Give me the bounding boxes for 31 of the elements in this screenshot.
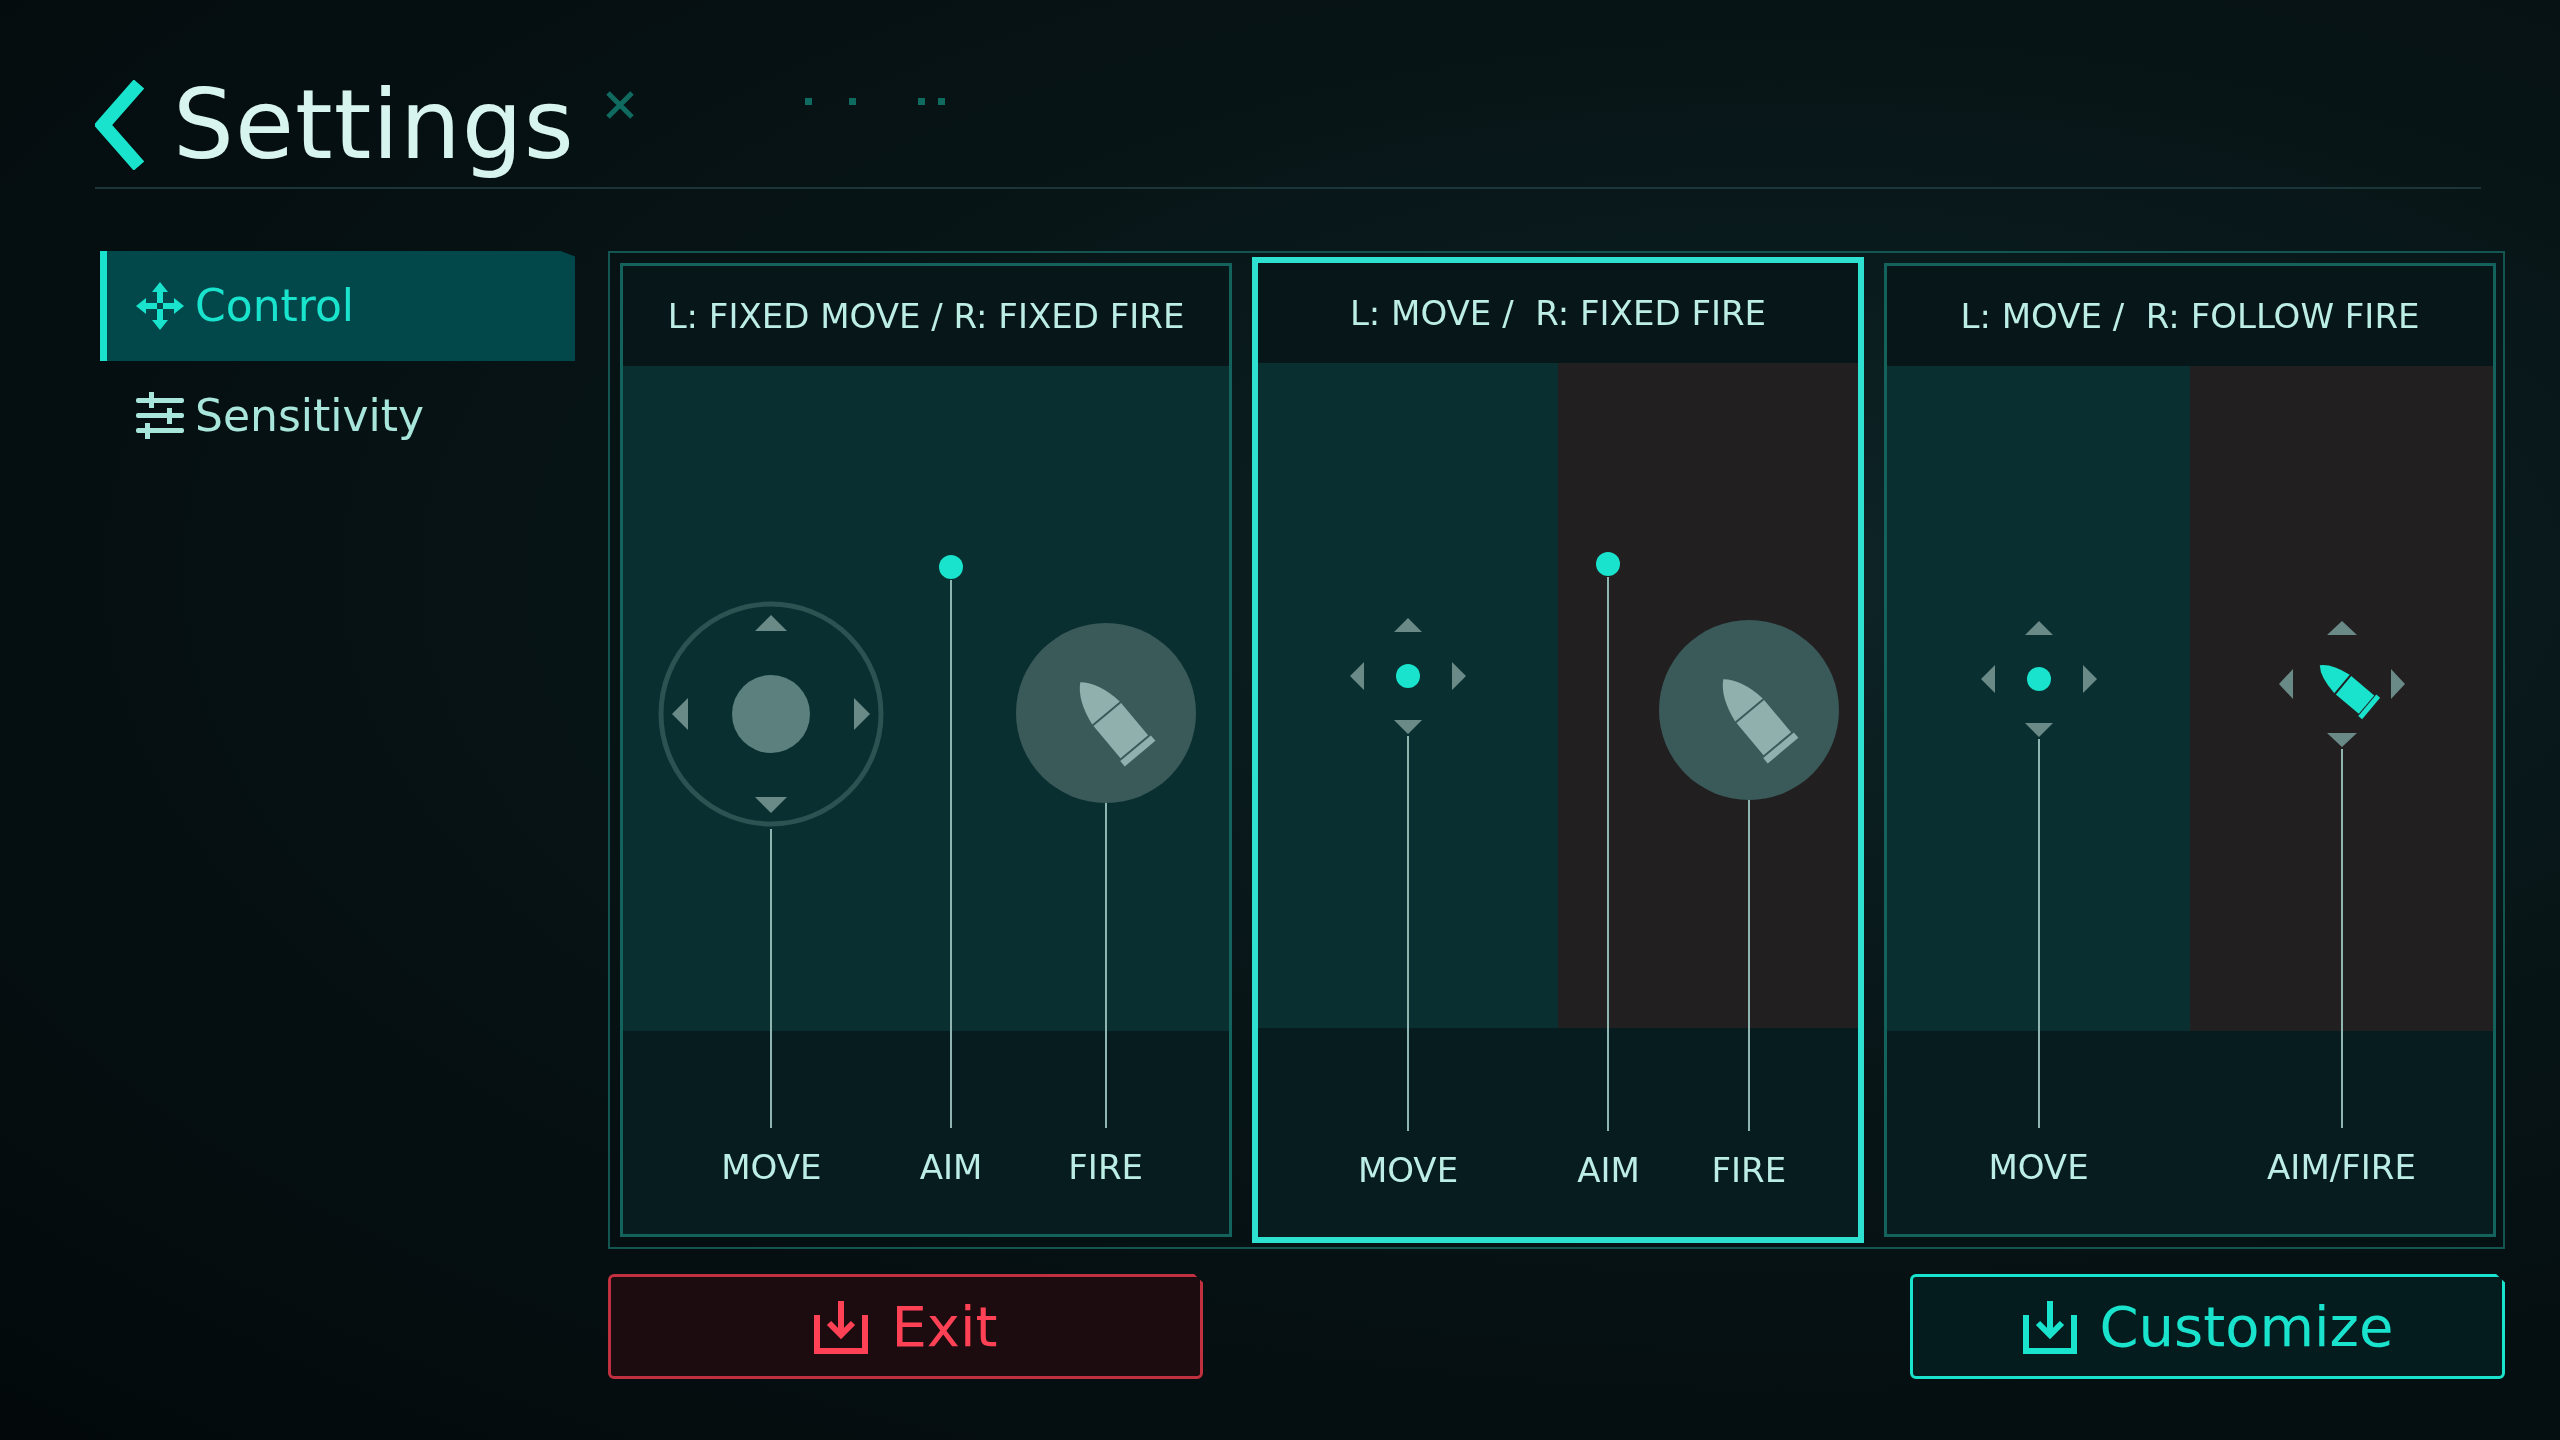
sidebar-tab[interactable]: Sensitivity xyxy=(100,361,575,471)
control-label: FIRE xyxy=(1711,1149,1787,1192)
control-label: MOVE xyxy=(1988,1146,2089,1189)
aim-handle[interactable] xyxy=(938,554,964,580)
page-title: Settings xyxy=(173,67,575,183)
sliders-icon xyxy=(135,392,185,440)
customize-button[interactable]: Customize xyxy=(1910,1274,2505,1379)
download-icon xyxy=(2021,1298,2078,1355)
exit-button[interactable]: Exit xyxy=(608,1274,1203,1379)
bullet-icon[interactable] xyxy=(2276,619,2407,749)
control-label: AIM xyxy=(1577,1149,1640,1192)
mode-title: L: MOVE / R: FOLLOW FIRE xyxy=(1887,266,2493,366)
bullet-button[interactable] xyxy=(1658,620,1839,800)
mode-title: L: MOVE / R: FIXED FIRE xyxy=(1258,263,1858,363)
dpad-icon[interactable] xyxy=(1348,616,1468,736)
sidebar-tab[interactable]: Control xyxy=(100,251,575,361)
mode-card[interactable]: L: MOVE / R: FOLLOW FIRE MOVE AIM/FIRE xyxy=(1884,263,2496,1237)
control-label: MOVE xyxy=(721,1146,822,1189)
download-icon xyxy=(813,1298,870,1355)
control-label: FIRE xyxy=(1068,1146,1143,1189)
bullet-button[interactable] xyxy=(1015,623,1196,803)
aim-handle[interactable] xyxy=(1595,551,1622,577)
move-icon xyxy=(135,281,185,331)
mode-title: L: FIXED MOVE / R: FIXED FIRE xyxy=(623,266,1229,366)
close-icon xyxy=(604,89,635,120)
control-label: MOVE xyxy=(1357,1149,1459,1192)
back-button[interactable] xyxy=(95,79,145,170)
control-label: AIM xyxy=(919,1146,983,1189)
mode-card[interactable]: L: MOVE / R: FIXED FIRE MOVE AIM FIRE xyxy=(1252,257,1864,1243)
mode-card[interactable]: L: FIXED MOVE / R: FIXED FIRE MOVE AIM FIRE xyxy=(620,263,1232,1237)
control-label: AIM/FIRE xyxy=(2267,1146,2416,1189)
